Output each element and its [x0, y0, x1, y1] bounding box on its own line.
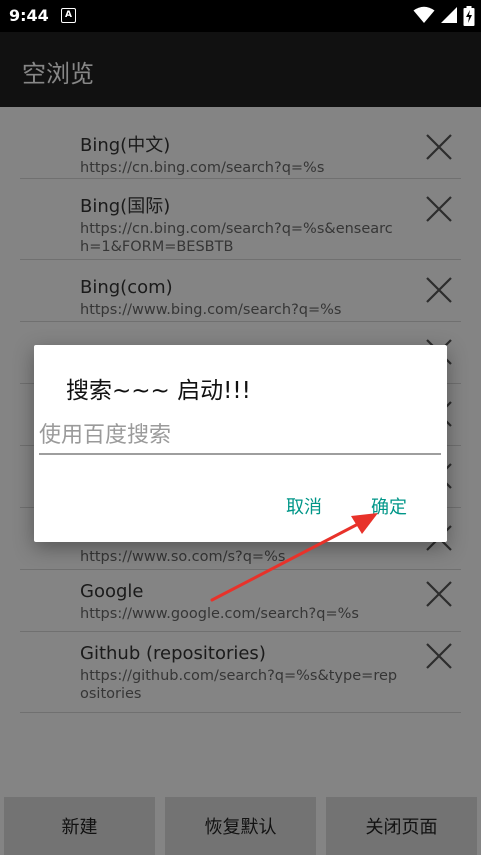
- status-bar: 9:44 A: [0, 0, 481, 32]
- dialog-title: 搜索~~~ 启动!!!: [66, 378, 251, 404]
- status-time: 9:44: [9, 6, 49, 25]
- status-icons: [413, 6, 475, 26]
- notification-icon: A: [61, 8, 76, 23]
- battery-charging-icon: [463, 6, 475, 26]
- confirm-button[interactable]: 确定: [371, 493, 407, 519]
- cancel-button[interactable]: 取消: [286, 493, 322, 519]
- cellular-signal-icon: [440, 7, 457, 23]
- screen: 9:44 A 空浏览 Bing(中文) https://cn.bing.com/…: [0, 0, 481, 855]
- search-dialog: 搜索~~~ 启动!!! 取消 确定: [34, 345, 447, 542]
- search-input[interactable]: [39, 417, 441, 455]
- wifi-icon: [413, 6, 435, 23]
